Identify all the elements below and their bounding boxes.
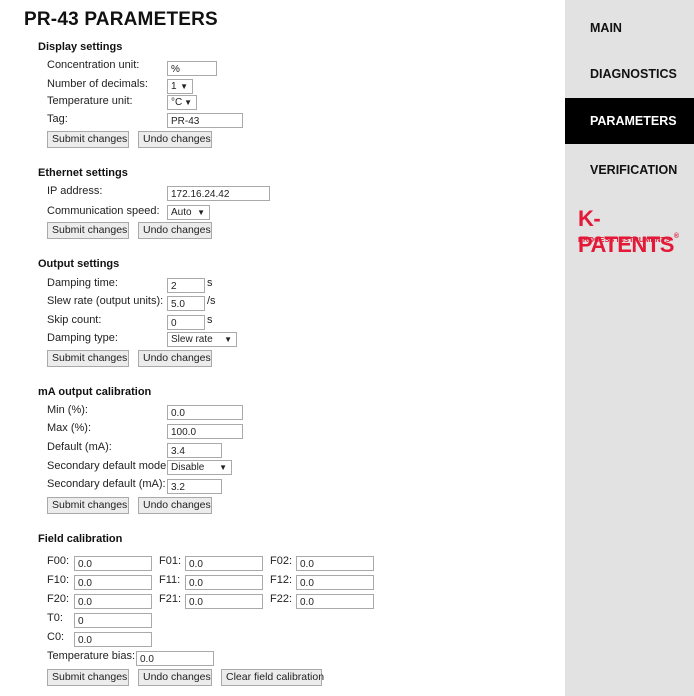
output-submit-button[interactable]: Submit changes	[47, 350, 129, 367]
page-title: PR-43 PARAMETERS	[24, 9, 218, 30]
output-undo-button[interactable]: Undo changes	[138, 350, 212, 367]
skip-count-input[interactable]: 0	[167, 315, 205, 330]
clear-field-calibration-button[interactable]: Clear field calibration	[221, 669, 324, 686]
f02-label: F02:	[270, 555, 293, 567]
ip-address-input[interactable]: 172.16.24.42	[167, 186, 270, 201]
ma-default-input[interactable]: 3.4	[167, 443, 222, 458]
communication-speed-label: Communication speed:	[47, 205, 160, 217]
communication-speed-value: Auto	[171, 207, 192, 218]
display-submit-button[interactable]: Submit changes	[47, 131, 129, 148]
decimals-select[interactable]: 1 ▼	[167, 79, 193, 94]
f00-label: F00:	[47, 555, 70, 567]
ethernet-submit-button[interactable]: Submit changes	[47, 222, 129, 239]
damping-type-label: Damping type:	[47, 332, 118, 344]
damping-time-label: Damping time:	[47, 277, 118, 289]
f00-input[interactable]: 0.0	[74, 556, 152, 571]
f01-input[interactable]: 0.0	[185, 556, 263, 571]
field-calibration-title: Field calibration	[38, 533, 123, 545]
secondary-default-label: Secondary default (mA):	[47, 478, 166, 490]
damping-type-value: Slew rate	[171, 334, 213, 345]
damping-type-select[interactable]: Slew rate ▼	[167, 332, 237, 347]
slew-rate-input[interactable]: 5.0	[167, 296, 205, 311]
temperature-unit-value: °C	[171, 97, 183, 108]
dropdown-arrow-icon: ▼	[224, 335, 232, 344]
f10-label: F10:	[47, 574, 70, 586]
c0-input[interactable]: 0.0	[74, 632, 152, 647]
nav-main[interactable]: MAIN	[565, 19, 694, 37]
f12-input[interactable]: 0.0	[296, 575, 374, 590]
secondary-default-mode-select[interactable]: Disable ▼	[167, 460, 232, 475]
f11-input[interactable]: 0.0	[185, 575, 263, 590]
f10-input[interactable]: 0.0	[74, 575, 152, 590]
f22-input[interactable]: 0.0	[296, 594, 374, 609]
secondary-default-input[interactable]: 3.2	[167, 479, 222, 494]
t0-input[interactable]: 0	[74, 613, 152, 628]
skip-count-unit: s	[207, 314, 213, 326]
secondary-default-mode-label: Secondary default mode:	[47, 460, 170, 472]
decimals-value: 1	[171, 81, 177, 92]
dropdown-arrow-icon: ▼	[184, 98, 192, 107]
nav-parameters[interactable]: PARAMETERS	[565, 98, 694, 144]
dropdown-arrow-icon: ▼	[219, 463, 227, 472]
ma-default-label: Default (mA):	[47, 441, 112, 453]
logo-tagline: PROCESS INSTRUMENTS	[578, 235, 671, 244]
dropdown-arrow-icon: ▼	[197, 208, 205, 217]
nav-verification[interactable]: VERIFICATION	[565, 161, 694, 179]
t0-label: T0:	[47, 612, 63, 624]
f20-input[interactable]: 0.0	[74, 594, 152, 609]
f12-label: F12:	[270, 574, 293, 586]
dropdown-arrow-icon: ▼	[180, 82, 188, 91]
temperature-unit-select[interactable]: °C ▼	[167, 95, 197, 110]
ma-max-label: Max (%):	[47, 422, 91, 434]
f20-label: F20:	[47, 593, 70, 605]
ma-calibration-title: mA output calibration	[38, 386, 152, 398]
temperature-bias-input[interactable]: 0.0	[136, 651, 214, 666]
ethernet-settings-title: Ethernet settings	[38, 167, 128, 179]
field-submit-button[interactable]: Submit changes	[47, 669, 129, 686]
ma-submit-button[interactable]: Submit changes	[47, 497, 129, 514]
logo-name: K-PATENTS	[578, 206, 674, 257]
f21-input[interactable]: 0.0	[185, 594, 263, 609]
f11-label: F11:	[159, 574, 181, 586]
ma-min-input[interactable]: 0.0	[167, 405, 243, 420]
ip-address-label: IP address:	[47, 185, 103, 197]
tag-input[interactable]: PR-43	[167, 113, 243, 128]
f01-label: F01:	[159, 555, 182, 567]
field-undo-button[interactable]: Undo changes	[138, 669, 212, 686]
damping-time-unit: s	[207, 277, 213, 289]
temperature-bias-label: Temperature bias:	[47, 650, 136, 662]
concentration-unit-input[interactable]: %	[167, 61, 217, 76]
display-undo-button[interactable]: Undo changes	[138, 131, 212, 148]
nav-diagnostics[interactable]: DIAGNOSTICS	[565, 65, 694, 83]
concentration-unit-label: Concentration unit:	[47, 59, 140, 71]
slew-rate-label: Slew rate (output units):	[47, 295, 164, 307]
display-settings-title: Display settings	[38, 41, 123, 53]
communication-speed-select[interactable]: Auto ▼	[167, 205, 210, 220]
skip-count-label: Skip count:	[47, 314, 102, 326]
slew-rate-unit: /s	[207, 295, 216, 307]
decimals-label: Number of decimals:	[47, 78, 148, 90]
secondary-default-mode-value: Disable	[171, 462, 205, 473]
ma-undo-button[interactable]: Undo changes	[138, 497, 212, 514]
registered-mark: ®	[673, 233, 679, 240]
c0-label: C0:	[47, 631, 65, 643]
damping-time-input[interactable]: 2	[167, 278, 205, 293]
ma-max-input[interactable]: 100.0	[167, 424, 243, 439]
f21-label: F21:	[159, 593, 182, 605]
f02-input[interactable]: 0.0	[296, 556, 374, 571]
f22-label: F22:	[270, 593, 293, 605]
output-settings-title: Output settings	[38, 258, 120, 270]
tag-label: Tag:	[47, 113, 68, 125]
ma-min-label: Min (%):	[47, 404, 88, 416]
k-patents-logo: K-PATENTS®	[578, 206, 694, 258]
ethernet-undo-button[interactable]: Undo changes	[138, 222, 212, 239]
temperature-unit-label: Temperature unit:	[47, 95, 133, 107]
